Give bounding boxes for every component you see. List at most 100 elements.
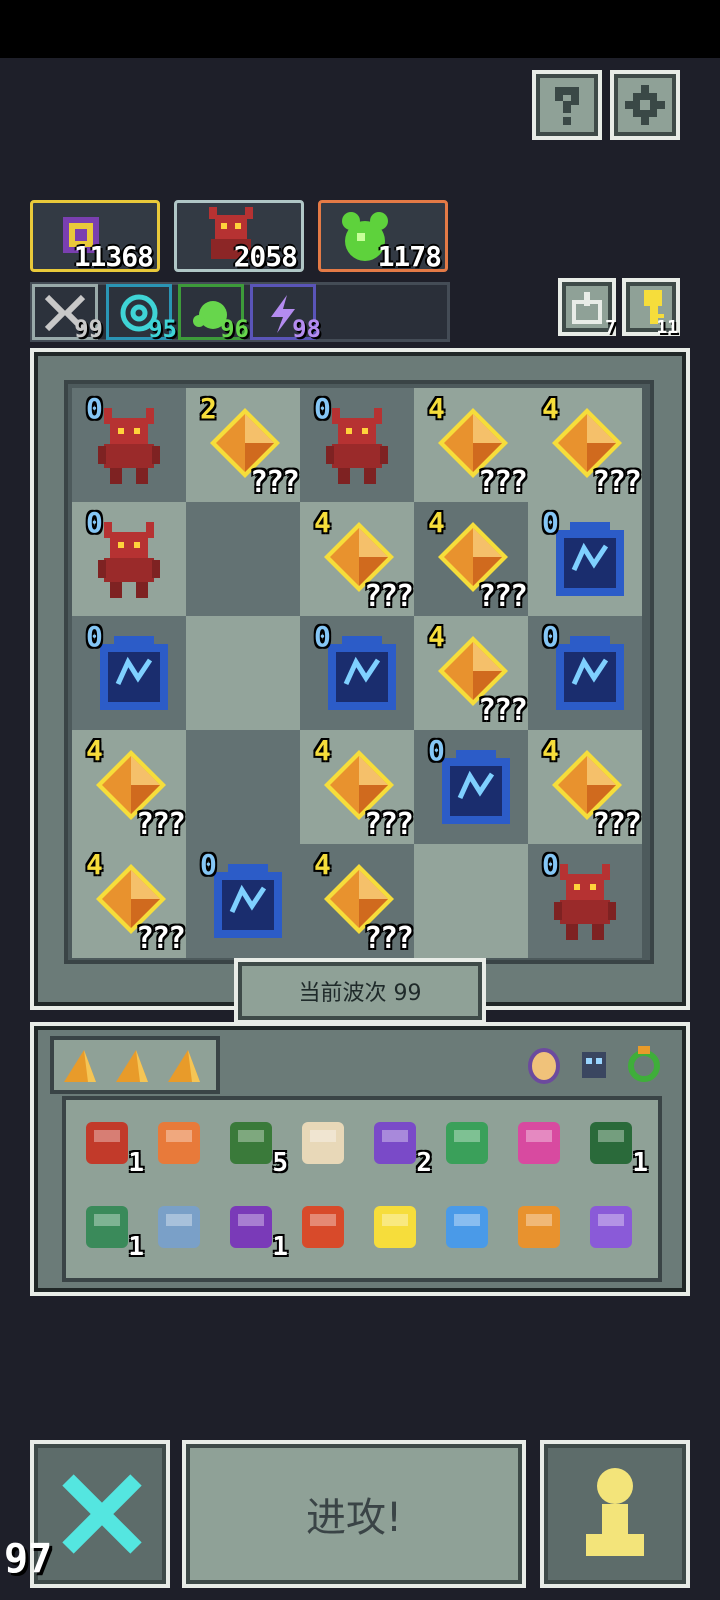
item-count: 1 <box>128 1148 144 1178</box>
cell-count: 0 <box>86 392 103 425</box>
character-button[interactable] <box>540 1440 690 1588</box>
cell-count: 4 <box>542 392 559 425</box>
board-cell[interactable]: 0 <box>72 502 186 616</box>
ring-icon[interactable] <box>624 1044 664 1084</box>
board-cell[interactable] <box>186 730 300 844</box>
inventory-item-claw[interactable] <box>294 1114 354 1174</box>
attack-button[interactable]: 进攻! <box>182 1440 526 1588</box>
box-count: 7 <box>605 317 616 338</box>
stat-value: 98 <box>292 315 321 343</box>
board-cell[interactable] <box>186 616 300 730</box>
board-cell[interactable]: 0 <box>186 844 300 958</box>
board-cell[interactable]: 4??? <box>414 502 528 616</box>
green-arrow-icon <box>446 1122 488 1164</box>
cell-count: 4 <box>428 620 445 653</box>
stat-bolt: 98 <box>250 284 321 343</box>
board-cell[interactable]: 4??? <box>300 502 414 616</box>
inventory-item-flame-book[interactable] <box>510 1198 570 1258</box>
inventory-item-spike-crown[interactable] <box>150 1198 210 1258</box>
inventory-item-blue-dragon[interactable] <box>438 1198 498 1258</box>
altar-icon <box>442 750 510 824</box>
item-count: 1 <box>272 1232 288 1262</box>
resource-slime: 1178 <box>318 200 448 273</box>
cell-count: 0 <box>542 620 559 653</box>
inventory-item-zombie[interactable]: 5 <box>222 1114 288 1178</box>
cell-count: 4 <box>86 848 103 881</box>
key-count: 11 <box>656 317 678 338</box>
item-count: 2 <box>416 1148 432 1178</box>
board-cell[interactable]: 0 <box>528 502 642 616</box>
inventory-item-drum[interactable]: 1 <box>78 1114 144 1178</box>
board-cell[interactable]: 0 <box>414 730 528 844</box>
board-cell[interactable]: 4??? <box>414 616 528 730</box>
wedge-icon[interactable] <box>164 1046 204 1086</box>
board-cell[interactable]: 0 <box>72 616 186 730</box>
cell-label: ??? <box>135 921 186 956</box>
inventory-item-fire-tile[interactable] <box>294 1198 354 1258</box>
inventory-item-pink-arrow[interactable] <box>510 1114 570 1174</box>
inventory-item-chalice[interactable] <box>366 1198 426 1258</box>
cell-count: 0 <box>314 620 331 653</box>
board-cell[interactable]: 0 <box>300 388 414 502</box>
inventory-item-shield-face[interactable] <box>150 1114 210 1174</box>
inventory-item-goblin-rider[interactable]: 1 <box>78 1198 144 1262</box>
board-cell[interactable]: 2??? <box>186 388 300 502</box>
pawn-icon <box>586 1468 644 1556</box>
inventory-item-goblin-mask[interactable]: 1 <box>582 1114 648 1178</box>
fps-counter: 97 <box>4 1536 53 1582</box>
purple-demon-icon <box>230 1206 272 1248</box>
resource-sigil: 11368 <box>30 200 160 273</box>
help-button[interactable] <box>532 70 602 140</box>
drum-icon <box>86 1122 128 1164</box>
altar-icon <box>556 636 624 710</box>
cell-label: ??? <box>477 465 528 500</box>
box-counter[interactable]: 7 <box>558 278 616 338</box>
fire-tile-icon <box>302 1206 344 1248</box>
wave-indicator: 当前波次 99 <box>234 958 486 1024</box>
key-counter[interactable]: 11 <box>622 278 680 338</box>
inventory-panel: 1 5 2 1 1 1 <box>30 1022 690 1296</box>
inventory-item-purple-demon[interactable]: 1 <box>222 1198 288 1262</box>
cell-count: 0 <box>542 506 559 539</box>
chalice-icon <box>374 1206 416 1248</box>
cell-count: 4 <box>428 506 445 539</box>
board-cell[interactable]: 4??? <box>300 844 414 958</box>
cell-count: 0 <box>86 620 103 653</box>
board-cell[interactable]: 4??? <box>528 388 642 502</box>
goblin-rider-icon <box>86 1206 128 1248</box>
cell-count: 0 <box>200 848 217 881</box>
stat-spiral: 95 <box>106 284 177 343</box>
spike-crown-icon <box>158 1206 200 1248</box>
game-board: 0 2??? 0 4??? 4??? 0 4??? 4??? 0 0 0 4??? 0 4??? 4??? 0… <box>30 348 690 1010</box>
purple-hammer-icon <box>590 1206 632 1248</box>
board-cell[interactable]: 4??? <box>72 730 186 844</box>
resource-demon: 2058 <box>174 200 304 273</box>
cell-label: ??? <box>477 579 528 614</box>
wedge-icon[interactable] <box>60 1046 100 1086</box>
board-cell[interactable]: 4??? <box>300 730 414 844</box>
attack-label: 进攻! <box>305 1495 403 1541</box>
board-cell[interactable]: 0 <box>72 388 186 502</box>
egg-icon[interactable] <box>524 1044 564 1084</box>
stat-blob: 96 <box>178 284 249 343</box>
board-cell[interactable]: 4??? <box>72 844 186 958</box>
board-cell[interactable]: 0 <box>528 844 642 958</box>
inventory-item-green-arrow[interactable] <box>438 1114 498 1174</box>
board-cell[interactable]: 4??? <box>528 730 642 844</box>
board-cell[interactable]: 0 <box>528 616 642 730</box>
item-count: 5 <box>272 1148 288 1178</box>
inventory-item-hourglass[interactable]: 2 <box>366 1114 432 1178</box>
cell-label: ??? <box>363 807 414 842</box>
goblin-mask-icon <box>590 1122 632 1164</box>
board-cell[interactable]: 4??? <box>414 388 528 502</box>
wedge-icon[interactable] <box>112 1046 152 1086</box>
bomb-robot-icon[interactable] <box>574 1044 614 1084</box>
inventory-grid: 1 5 2 1 1 1 <box>62 1096 662 1282</box>
altar-icon <box>214 864 282 938</box>
inventory-item-purple-hammer[interactable] <box>582 1198 642 1258</box>
board-cell[interactable]: 0 <box>300 616 414 730</box>
settings-button[interactable] <box>610 70 680 140</box>
board-cell[interactable] <box>186 502 300 616</box>
board-cell[interactable] <box>414 844 528 958</box>
cell-count: 0 <box>314 392 331 425</box>
